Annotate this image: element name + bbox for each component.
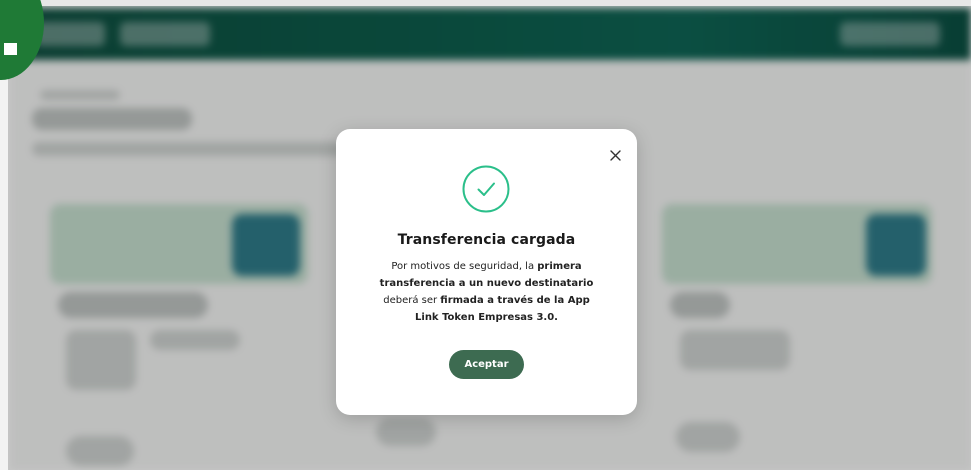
close-icon[interactable]	[607, 147, 623, 163]
message-text: Por motivos de seguridad, la	[391, 261, 538, 272]
message-emphasis: firmada a través de la App Link Token Em…	[415, 295, 590, 323]
accept-button[interactable]: Aceptar	[449, 350, 524, 379]
transfer-loaded-dialog: Transferencia cargada Por motivos de seg…	[336, 129, 637, 415]
stop-square-icon[interactable]	[4, 43, 17, 55]
dialog-title: Transferencia cargada	[397, 232, 576, 248]
check-circle-icon	[462, 165, 510, 213]
window-top-edge	[0, 0, 971, 6]
dialog-message: Por motivos de seguridad, la primera tra…	[376, 258, 597, 326]
message-text: deberá ser	[383, 295, 441, 306]
